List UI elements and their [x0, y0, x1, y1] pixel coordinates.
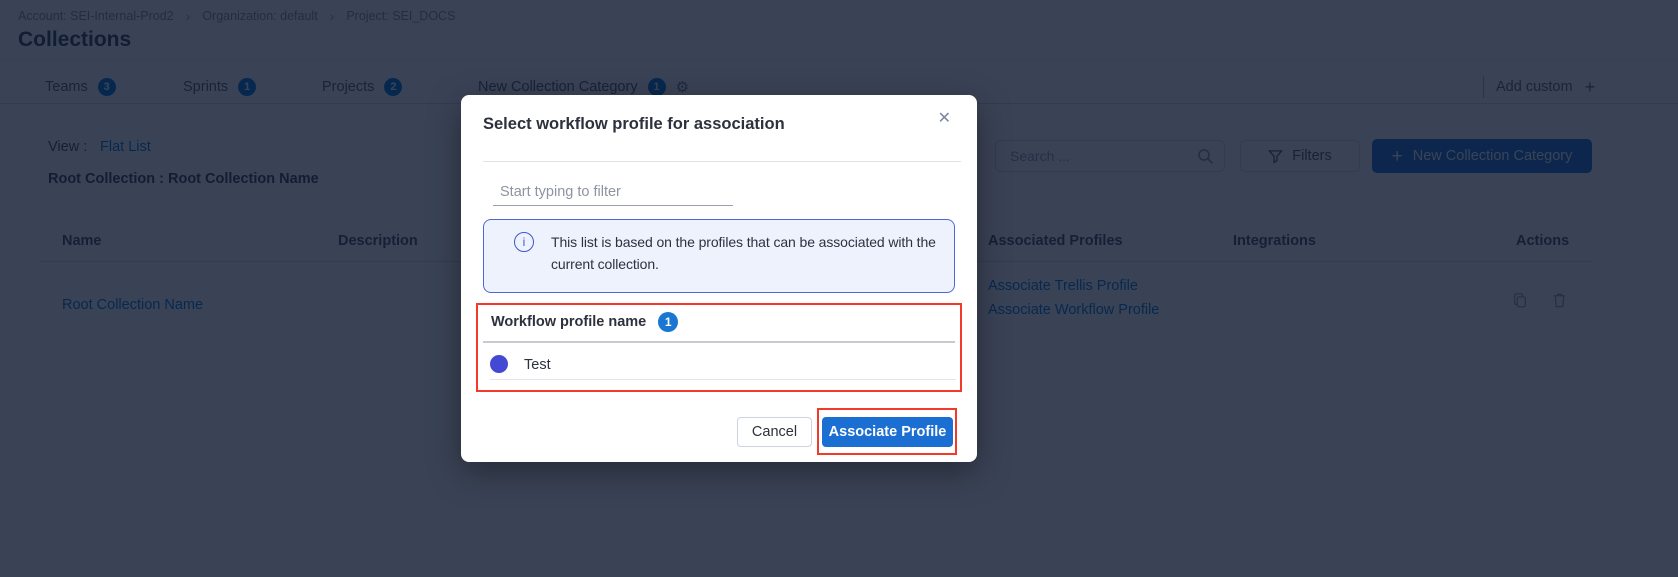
- cancel-button[interactable]: Cancel: [737, 417, 812, 447]
- info-banner-text: This list is based on the profiles that …: [551, 231, 951, 275]
- profile-list-item-test[interactable]: Test: [478, 349, 960, 383]
- modal-title: Select workflow profile for association: [483, 115, 785, 134]
- profile-list-header: Workflow profile name 1: [491, 312, 678, 332]
- profile-item-label: Test: [524, 357, 551, 373]
- divider: [483, 161, 961, 162]
- divider: [490, 379, 956, 380]
- profile-filter-input[interactable]: [493, 179, 733, 206]
- selected-profile-dot-icon: [490, 355, 508, 373]
- count-badge: 1: [658, 312, 678, 332]
- workflow-profile-list-annotation-box: Workflow profile name 1 Test: [476, 303, 962, 392]
- info-icon: i: [514, 232, 534, 252]
- close-icon[interactable]: ✕: [932, 107, 957, 129]
- profile-list-header-label: Workflow profile name: [491, 314, 646, 330]
- select-workflow-profile-modal: Select workflow profile for association …: [461, 95, 977, 462]
- associate-profile-button[interactable]: Associate Profile: [822, 417, 953, 447]
- info-banner: i This list is based on the profiles tha…: [483, 219, 955, 293]
- divider: [483, 341, 955, 343]
